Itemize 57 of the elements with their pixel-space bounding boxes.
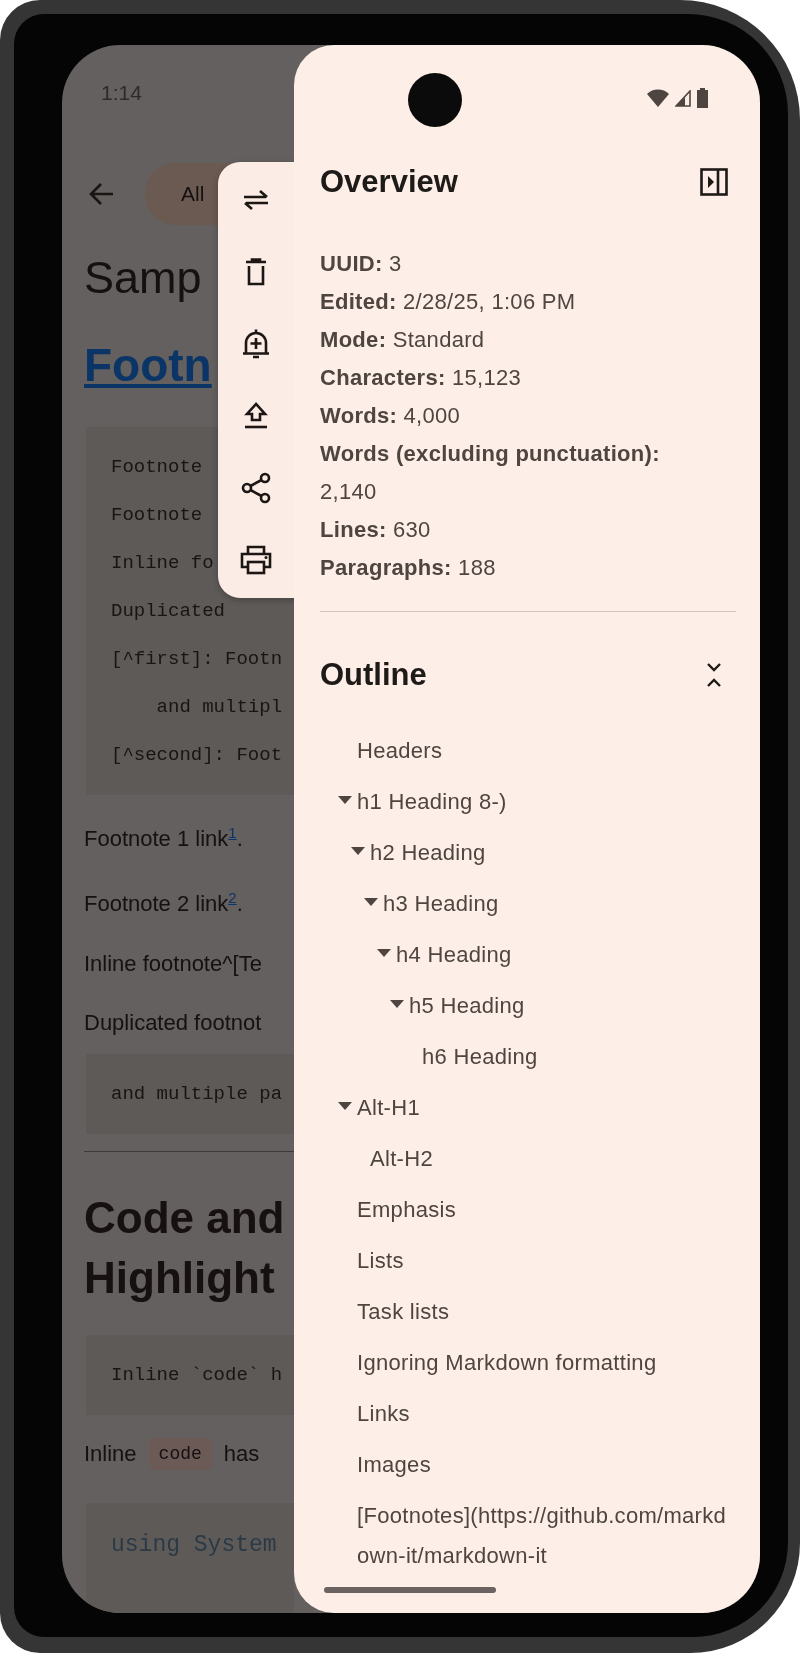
outline-item[interactable]: Links xyxy=(320,1394,736,1445)
side-panel-icon[interactable] xyxy=(700,168,728,196)
paragraph-text: Inline xyxy=(84,1440,137,1467)
outline-item[interactable]: h1 Heading 8-) xyxy=(320,782,736,833)
outline-item[interactable]: h2 Heading xyxy=(320,833,736,884)
outline-item[interactable]: Alt-H2 xyxy=(320,1139,736,1190)
stat-line: Lines: 630 xyxy=(320,516,432,544)
outline-item[interactable]: h6 Heading xyxy=(320,1037,736,1088)
collapse-icon[interactable] xyxy=(705,662,723,688)
code-line: Inline `code` h xyxy=(111,1362,283,1388)
stat-line: Words (excluding punctuation): 2,140 xyxy=(320,440,661,506)
document-title: Samp xyxy=(84,251,202,305)
section-title: Outline xyxy=(320,657,427,693)
outline-item[interactable]: Alt-H1 xyxy=(320,1088,736,1139)
stat-line: Characters: 15,123 xyxy=(320,364,523,392)
swap-arrows-icon[interactable] xyxy=(241,189,271,211)
outline-item[interactable]: h3 Heading xyxy=(320,884,736,935)
paragraph-text: has xyxy=(223,1440,260,1467)
outline-item[interactable]: Ignoring Markdown formatting xyxy=(320,1343,736,1394)
code-line: Duplicated xyxy=(111,599,226,624)
stat-line: Mode: Standard xyxy=(320,326,486,354)
camera-hole xyxy=(408,73,462,127)
code-line: [^second]: Foot xyxy=(111,743,283,768)
section-heading: Code and Highlight xyxy=(84,1191,286,1304)
outline-item[interactable]: h4 Heading xyxy=(320,935,736,986)
outline-item[interactable]: h5 Heading xyxy=(320,986,736,1037)
code-line: and multiple pa xyxy=(111,1081,283,1107)
bell-plus-icon[interactable] xyxy=(241,328,271,360)
paragraph: Footnote 1 link$^{1}$. xyxy=(84,823,243,854)
stat-line: Paragraphs: 188 xyxy=(320,554,497,582)
paragraph: Duplicated footnot xyxy=(84,1008,262,1037)
stat-line: UUID: 3 xyxy=(320,250,403,278)
code-line: and multipl xyxy=(155,695,283,720)
battery-icon xyxy=(697,88,708,108)
signal-icon xyxy=(675,89,691,107)
outline-item[interactable]: Headers xyxy=(320,731,736,782)
outline-item[interactable]: [Footnotes](https://github.com/markdown-it/markdown-it xyxy=(320,1496,736,1576)
code-line: Inline fo xyxy=(111,551,214,576)
outline-item[interactable]: Emphasis xyxy=(320,1190,736,1241)
wifi-icon xyxy=(647,89,669,107)
printer-icon[interactable] xyxy=(240,545,272,575)
paragraph: Inline footnote^[Te xyxy=(84,949,262,978)
outline-item[interactable]: Task lists xyxy=(320,1292,736,1343)
upload-icon[interactable] xyxy=(243,402,269,430)
stat-line: Words: 4,000 xyxy=(320,402,462,430)
outline-item[interactable]: Images xyxy=(320,1445,736,1496)
inline-code: code xyxy=(148,1437,212,1470)
paragraph: Footnote 2 link$^{2}$. xyxy=(84,888,243,919)
stat-line: Edited: 2/28/25, 1:06 PM xyxy=(320,288,577,316)
share-icon[interactable] xyxy=(241,472,271,504)
outline-item[interactable]: Lists xyxy=(320,1241,736,1292)
section-title: Overview xyxy=(320,164,458,200)
code-line: Footnote xyxy=(111,503,203,528)
back-arrow-icon[interactable] xyxy=(89,182,115,206)
code-line: Footnote xyxy=(111,455,203,480)
trash-icon[interactable] xyxy=(244,258,268,286)
code-line: [^first]: Footn xyxy=(111,647,283,672)
